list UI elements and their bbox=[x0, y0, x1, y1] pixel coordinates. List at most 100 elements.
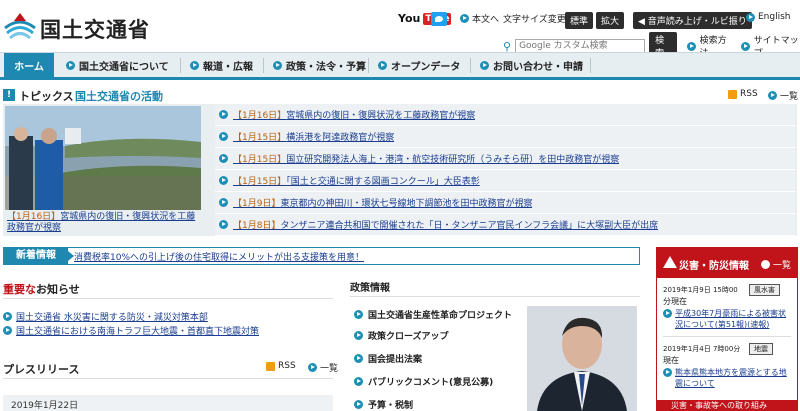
skip-to-content-label: 本文へ bbox=[472, 15, 500, 25]
topic-date: 【1月15日】 bbox=[233, 155, 287, 165]
new-info-label: 新着情報 bbox=[4, 248, 74, 264]
arrow-circle-icon bbox=[354, 354, 363, 363]
section-divider bbox=[3, 378, 333, 379]
disaster-link[interactable]: 平成30年7月豪雨による被害状況について(第51報)(速報) bbox=[663, 308, 793, 330]
arrow-circle-icon bbox=[66, 61, 75, 70]
arrow-circle-icon bbox=[273, 61, 282, 70]
nav-item-opendata[interactable]: オープンデータ bbox=[378, 53, 460, 78]
list-item[interactable]: 【1月8日】タンザニア連合共和国で開催された「日・タンザニア官民インフラ会議」に… bbox=[215, 214, 795, 236]
arrow-circle-icon bbox=[3, 326, 12, 335]
nav-item-home[interactable]: ホーム bbox=[4, 53, 54, 78]
global-nav: ホーム 国土交通省について 報道・広報 政策・法令・予算 オープンデータ お問い… bbox=[0, 52, 800, 80]
policy-link-closeup[interactable]: 政策クローズアップ bbox=[354, 329, 449, 342]
topics-rss-link[interactable]: RSS bbox=[728, 89, 758, 99]
nav-divider bbox=[590, 58, 591, 73]
arrow-circle-icon bbox=[219, 154, 228, 163]
arrow-circle-icon bbox=[460, 14, 469, 23]
topics-list-all-link[interactable]: 一覧 bbox=[768, 89, 798, 102]
list-item[interactable]: 【1月15日】国立研究開発法人海上・港湾・航空技術研究所（うみそら研）を田中政務… bbox=[215, 148, 795, 170]
important-notice-title: 重要なお知らせ bbox=[3, 281, 80, 297]
topic-date: 【1月15日】 bbox=[233, 177, 287, 187]
list-all-label: 一覧 bbox=[773, 261, 792, 271]
nav-item-press[interactable]: 報道・広報 bbox=[190, 53, 253, 78]
topic-date: 【1月16日】 bbox=[233, 111, 287, 121]
important-notice-title-rest: お知らせ bbox=[36, 283, 80, 296]
disaster-response-link[interactable]: 災害・事故等への取り組み bbox=[657, 400, 797, 411]
rss-label: RSS bbox=[278, 361, 296, 371]
important-notice-item[interactable]: 国土交通省における南海トラフ巨大地震・首都直下地震対策 bbox=[3, 324, 259, 337]
policy-link-bills[interactable]: 国会提出法案 bbox=[354, 352, 422, 365]
mlit-logo-icon[interactable] bbox=[2, 8, 38, 42]
arrow-circle-icon bbox=[354, 377, 363, 386]
exclamation-icon: ! bbox=[3, 89, 15, 101]
list-item[interactable]: 【1月9日】東京都内の神田川・環状七号線地下調節池を田中政務官が視察 bbox=[215, 192, 795, 214]
disaster-list-all-link[interactable]: 一覧 bbox=[761, 258, 791, 271]
important-notice-text: 国土交通省における南海トラフ巨大地震・首都直下地震対策 bbox=[16, 327, 260, 337]
section-divider bbox=[350, 296, 640, 297]
twitter-link[interactable] bbox=[431, 12, 447, 26]
disaster-panel: 災害・防災情報 一覧 2019年1月9日 15時00 風水害 分現在 平成30年… bbox=[656, 247, 798, 411]
nav-item-label: 政策・法令・予算 bbox=[286, 62, 366, 73]
read-aloud-label: ◀ 音声読み上げ・ルビ振り bbox=[633, 12, 752, 29]
important-notice-item[interactable]: 国土交通省 水災害に関する防災・減災対策本部 bbox=[3, 310, 208, 323]
nav-item-label: ホーム bbox=[14, 62, 44, 73]
disaster-link-text: 平成30年7月豪雨による被害状況について(第51報)(速報) bbox=[675, 309, 787, 329]
new-info-link[interactable]: 消費税率10%への引上げ後の住宅取得にメリットが出る支援策を用意！ bbox=[74, 250, 364, 263]
list-item[interactable]: 【1月15日】横浜港を阿達政務官が視察 bbox=[215, 126, 795, 148]
disaster-category-badge: 地震 bbox=[749, 343, 773, 355]
topic-date: 【1月8日】 bbox=[233, 221, 281, 231]
skip-to-content-link[interactable]: 本文へ bbox=[460, 12, 499, 25]
minister-photo[interactable] bbox=[527, 306, 637, 411]
list-item[interactable]: 【1月16日】宮城県内の復旧・復興状況を工藤政務官が視察 bbox=[215, 104, 795, 126]
list-all-label: 一覧 bbox=[320, 364, 339, 374]
nav-item-policy[interactable]: 政策・法令・予算 bbox=[273, 53, 366, 78]
nav-item-label: オープンデータ bbox=[391, 62, 461, 73]
disaster-link[interactable]: 熊本県熊本地方を震源とする地震について bbox=[663, 367, 793, 389]
text-size-standard-button[interactable]: 標準 bbox=[565, 12, 594, 29]
arrow-circle-icon bbox=[663, 309, 672, 318]
topics-subtitle: 国土交通省の活動 bbox=[75, 90, 163, 103]
list-item[interactable]: 【1月15日】「国土と交通に関する図画コンクール」大臣表彰 bbox=[215, 170, 795, 192]
policy-link-budget[interactable]: 予算・税制 bbox=[354, 398, 413, 411]
nav-item-label: 国土交通省について bbox=[79, 62, 169, 73]
nav-item-contact[interactable]: お問い合わせ・申請 bbox=[480, 53, 583, 78]
disaster-date: 2019年1月9日 15時00 bbox=[663, 286, 738, 294]
press-list-all-link[interactable]: 一覧 bbox=[308, 361, 338, 374]
topic-date: 【1月9日】 bbox=[233, 199, 281, 209]
warning-icon bbox=[663, 256, 677, 268]
topic-text: 「国土と交通に関する図画コンクール」大臣表彰 bbox=[286, 177, 480, 187]
disaster-link-text: 熊本県熊本地方を震源とする地震について bbox=[675, 368, 787, 388]
arrow-circle-icon bbox=[3, 312, 12, 321]
search-pin-icon: ⚲ bbox=[503, 39, 512, 53]
search-input[interactable] bbox=[515, 39, 646, 53]
english-label: English bbox=[758, 12, 791, 22]
topics-photo[interactable] bbox=[5, 106, 201, 210]
nav-divider bbox=[368, 58, 369, 73]
rss-label: RSS bbox=[740, 89, 758, 99]
policy-link-public-comment[interactable]: パブリックコメント(意見公募) bbox=[354, 375, 493, 388]
arrow-circle-icon bbox=[768, 91, 777, 100]
new-info-ticker: 新着情報 消費税率10%への引上げ後の住宅取得にメリットが出る支援策を用意！ bbox=[3, 247, 640, 265]
arrow-circle-icon bbox=[354, 400, 363, 409]
topics-caption-date: 【1月16日】 bbox=[7, 212, 61, 222]
english-link[interactable]: English bbox=[746, 12, 791, 22]
text-size-large-button[interactable]: 拡大 bbox=[596, 12, 625, 29]
topics-title: トピックス bbox=[19, 90, 74, 103]
twitter-icon bbox=[431, 12, 447, 26]
policy-link-productivity[interactable]: 国土交通省生産性革命プロジェクト bbox=[354, 308, 512, 321]
site-title[interactable]: 国土交通省 bbox=[40, 14, 150, 44]
disaster-date-suffix: 分現在 bbox=[663, 297, 687, 306]
section-divider bbox=[663, 336, 791, 337]
press-rss-link[interactable]: RSS bbox=[266, 361, 296, 371]
policy-link-label: 国土交通省生産性革命プロジェクト bbox=[368, 311, 513, 321]
nav-item-about[interactable]: 国土交通省について bbox=[66, 53, 169, 78]
nav-divider bbox=[180, 58, 181, 73]
arrow-circle-icon bbox=[308, 363, 317, 372]
read-aloud-button[interactable]: ◀ 音声読み上げ・ルビ振り bbox=[633, 12, 752, 29]
press-date-heading: 2019年1月22日 bbox=[3, 395, 333, 411]
policy-link-label: 政策クローズアップ bbox=[368, 332, 449, 342]
topics-photo-caption[interactable]: 【1月16日】宮城県内の復旧・復興状況を工藤政務官が視察 bbox=[7, 212, 201, 234]
nav-item-label: 報道・広報 bbox=[203, 62, 253, 73]
nav-divider bbox=[470, 58, 471, 73]
youtube-you-text: You bbox=[398, 12, 421, 25]
